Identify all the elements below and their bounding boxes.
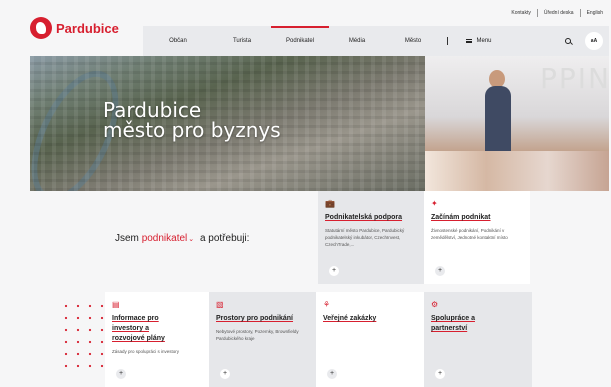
card-business-support[interactable]: 💼 Podnikatelská podpora Statutární město… <box>318 191 424 284</box>
card-business-premises[interactable]: ▧ Prostory pro podnikání Nebytové prosto… <box>209 292 316 387</box>
speaker-body <box>485 86 511 156</box>
divider <box>579 9 581 17</box>
role-dropdown[interactable]: podnikatel⌄ <box>142 233 197 244</box>
card-title[interactable]: Informace pro investory a rozvojové plán… <box>112 314 182 344</box>
photo-sign: PPIN <box>540 62 609 95</box>
hero: Pardubice město pro byznys PPIN <box>30 56 609 191</box>
hamburger-icon <box>466 39 473 43</box>
search-button[interactable] <box>557 26 579 56</box>
card-title[interactable]: Prostory pro podnikání <box>216 314 309 324</box>
iam-prefix: Jsem <box>115 233 139 244</box>
expand-plus-icon[interactable]: + <box>116 369 126 379</box>
font-size-button[interactable]: aA <box>579 26 609 56</box>
search-icon <box>565 38 571 44</box>
hero-title-line1: Pardubice <box>103 98 202 122</box>
briefcase-icon: 💼 <box>325 199 335 208</box>
card-desc: Zásady pro spolupráci s investory <box>112 349 180 354</box>
main-nav: Občan Turista Podnikatel Média Město Men… <box>143 26 609 56</box>
document-icon: ▤ <box>112 300 120 309</box>
role-selector-sentence: Jsem podnikatel⌄ a potřebuji: <box>115 233 249 244</box>
nav-item-obcan[interactable]: Občan <box>143 26 213 56</box>
card-public-procurement[interactable]: ⚘ Veřejné zakázky + <box>316 292 424 387</box>
expand-plus-icon[interactable]: + <box>329 266 339 276</box>
hero-photo: PPIN <box>425 56 609 191</box>
card-desc: Živnostenské podnikání, Podnikání v země… <box>431 228 508 240</box>
page: { "utility_links": ["Kontakty", "Úřední … <box>0 0 611 387</box>
horse-logo-icon <box>30 17 52 39</box>
expand-plus-icon[interactable]: + <box>327 369 337 379</box>
nav-item-turista[interactable]: Turista <box>213 26 271 56</box>
role-label: podnikatel <box>141 233 188 244</box>
audience <box>425 151 609 191</box>
card-investors[interactable]: ▤ Informace pro investory a rozvojové pl… <box>105 292 209 387</box>
hero-title: Pardubice město pro byznys <box>103 100 281 140</box>
nav-item-mesto[interactable]: Město <box>385 26 441 56</box>
rocket-icon: ✦ <box>431 199 438 208</box>
logo-text: Pardubice <box>56 20 119 36</box>
official-board-link[interactable]: Úřední deska <box>544 10 574 17</box>
logo[interactable]: Pardubice <box>30 17 119 39</box>
chevron-down-icon: ⌄ <box>188 236 195 243</box>
expand-plus-icon[interactable]: + <box>435 266 445 276</box>
card-desc: Nebytové prostory, Pozemky, Brownfieldy … <box>216 329 299 341</box>
dots-pattern <box>60 300 110 372</box>
card-title[interactable]: Spolupráce a partnerství <box>431 314 491 334</box>
card-title[interactable]: Veřejné zakázky <box>323 314 417 324</box>
card-partnership[interactable]: ⚙ Spolupráce a partnerství + <box>424 292 532 387</box>
divider <box>536 9 538 17</box>
nav-item-media[interactable]: Média <box>329 26 385 56</box>
card-title[interactable]: Začínám podnikat <box>431 213 523 223</box>
handshake-icon: ⚘ <box>323 300 331 309</box>
menu-label: Menu <box>476 38 492 44</box>
menu-button[interactable]: Menu <box>454 26 504 56</box>
english-link[interactable]: English <box>587 10 603 17</box>
card-starting-business[interactable]: ✦ Začínám podnikat Živnostenské podnikán… <box>424 191 530 284</box>
utility-links: Kontakty Úřední deska English <box>511 9 603 17</box>
nav-item-podnikatel[interactable]: Podnikatel <box>271 26 329 56</box>
card-title[interactable]: Podnikatelská podpora <box>325 213 417 223</box>
iam-suffix: a potřebuji: <box>199 233 250 244</box>
partnership-icon: ⚙ <box>431 300 439 309</box>
building-icon: ▧ <box>216 300 224 309</box>
hero-title-line2: město pro byznys <box>103 118 281 142</box>
expand-plus-icon[interactable]: + <box>220 369 230 379</box>
nav-divider <box>447 37 448 45</box>
expand-plus-icon[interactable]: + <box>435 369 445 379</box>
card-desc: Statutární město Pardubice, Pardubický p… <box>325 228 405 247</box>
contacts-link[interactable]: Kontakty <box>511 10 530 17</box>
font-size-label: aA <box>585 32 603 50</box>
